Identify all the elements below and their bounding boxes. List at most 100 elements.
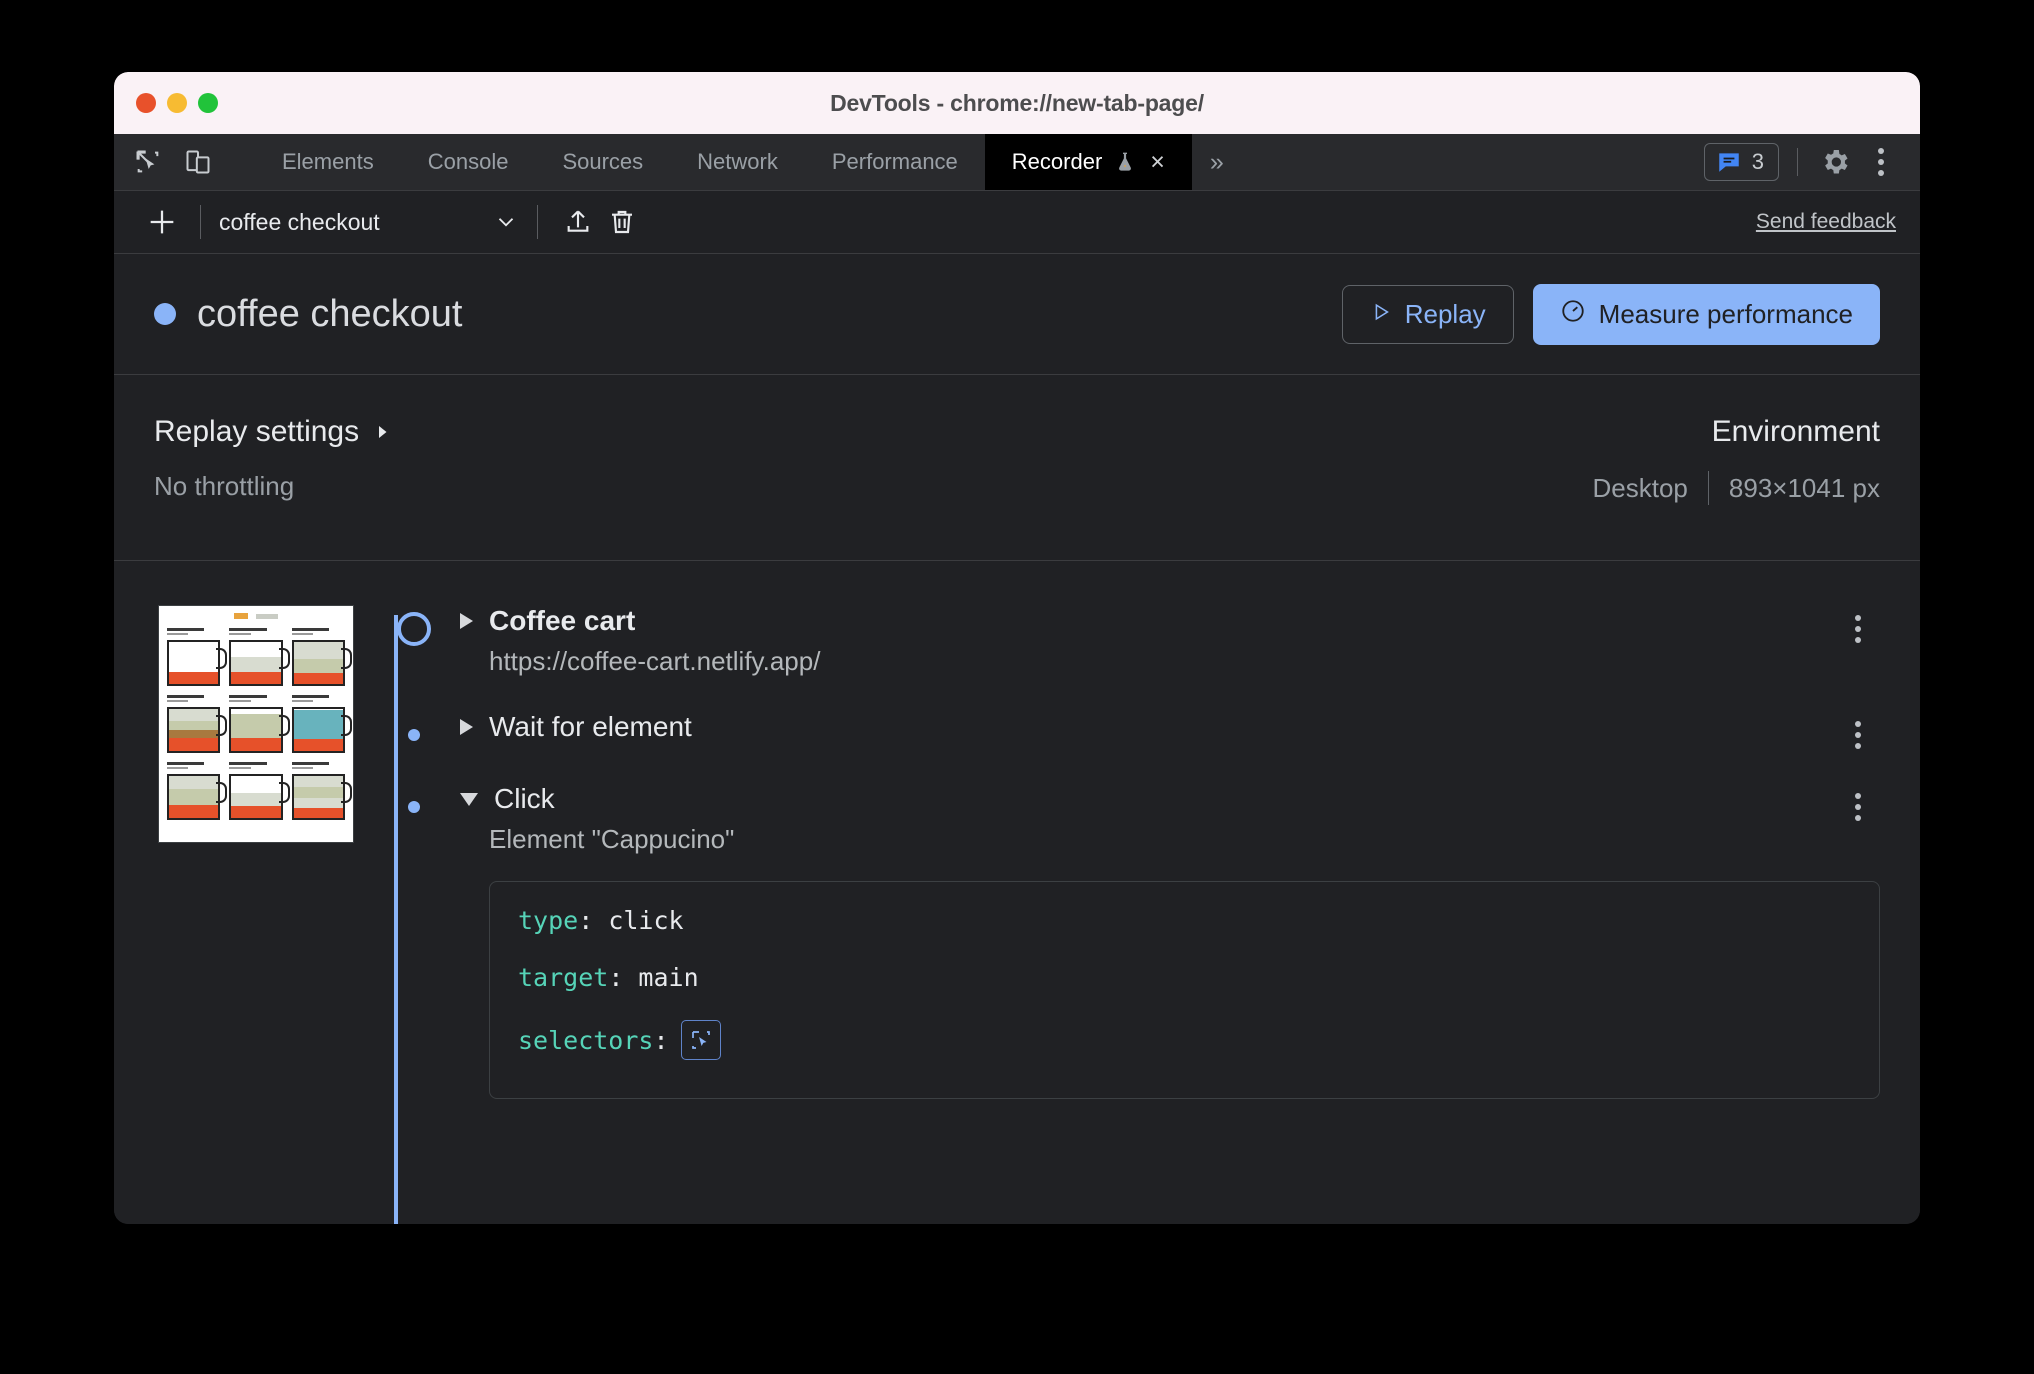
expand-triangle-icon[interactable] (460, 613, 473, 629)
step-subtitle: https://coffee-cart.netlify.app/ (489, 646, 821, 676)
gauge-icon (1560, 298, 1586, 331)
devtools-tabbar: Elements Console Sources Network Perform… (114, 134, 1920, 191)
step-body: Coffee cart https://coffee-cart.netlify.… (460, 605, 1920, 677)
steps-list: Coffee cart https://coffee-cart.netlify.… (332, 605, 1920, 1224)
chevron-right-icon (373, 415, 391, 449)
tab-recorder[interactable]: Recorder × (984, 134, 1192, 190)
environment-values: Desktop 893×1041 px (1593, 471, 1880, 505)
kebab-menu-icon[interactable] (1840, 789, 1876, 825)
code-line-selectors: selectors: (518, 1020, 1851, 1060)
measure-performance-label: Measure performance (1598, 298, 1853, 329)
environment-label: Environment (1711, 415, 1880, 448)
thumbnail-cup (229, 628, 291, 686)
trash-icon[interactable] (600, 200, 644, 244)
code-key: target (518, 963, 609, 992)
tab-elements[interactable]: Elements (255, 134, 401, 190)
step-header[interactable]: Click (460, 783, 1880, 815)
element-picker-icon[interactable] (680, 1020, 721, 1060)
step-item[interactable]: Wait for element (370, 711, 1920, 783)
replay-settings-group: Replay settings No throttling (154, 415, 391, 520)
desktop-background: DevTools - chrome://new-tab-page/ Elemen… (0, 0, 2034, 1374)
thumbnail-header (159, 606, 353, 622)
code-value: click (608, 906, 684, 935)
window-title: DevTools - chrome://new-tab-page/ (830, 89, 1204, 116)
expand-triangle-icon[interactable] (460, 719, 473, 735)
export-icon[interactable] (556, 200, 600, 244)
collapse-triangle-icon[interactable] (460, 792, 478, 806)
step-header[interactable]: Coffee cart (460, 605, 1880, 637)
tabbar-left-icons (114, 134, 255, 190)
step-marker-dot (394, 787, 434, 827)
tab-network[interactable]: Network (670, 134, 805, 190)
add-recording-button[interactable] (142, 202, 182, 242)
message-count: 3 (1751, 149, 1764, 174)
step-title: Wait for element (489, 711, 692, 742)
replay-settings-label: Replay settings (154, 415, 360, 448)
flask-icon (1113, 150, 1137, 174)
step-subtitle: Element "Cappucino" (489, 824, 735, 854)
tab-performance[interactable]: Performance (805, 134, 985, 190)
toolbar-divider-2 (537, 205, 538, 239)
thumbnail-cup (229, 762, 291, 820)
environment-viewport: 893×1041 px (1728, 472, 1880, 503)
thumbnail-cup (229, 695, 291, 753)
status-badge (154, 303, 176, 325)
tabbar-right-icons: 3 (1703, 134, 1920, 190)
tab-sources-label: Sources (562, 149, 644, 174)
tab-network-label: Network (697, 149, 778, 174)
step-details-code: type: click target: main selectors: (489, 881, 1880, 1099)
tab-performance-label: Performance (831, 149, 958, 174)
page-screenshot-thumbnail (158, 605, 354, 843)
console-messages-badge[interactable]: 3 (1703, 143, 1779, 181)
device-toolbar-icon[interactable] (182, 146, 214, 178)
tab-sources[interactable]: Sources (535, 134, 670, 190)
settings-row: Replay settings No throttling Environmen… (114, 375, 1920, 561)
page-title: coffee checkout (197, 292, 463, 335)
chevron-down-icon (493, 209, 519, 235)
step-marker-dot (394, 715, 434, 755)
replay-settings-toggle[interactable]: Replay settings (154, 415, 391, 449)
replay-button[interactable]: Replay (1341, 284, 1514, 344)
code-key: type (518, 906, 579, 935)
step-title: Coffee cart (489, 605, 636, 636)
tab-elements-label: Elements (282, 149, 374, 174)
thumbnail-cup-grid (159, 622, 353, 826)
more-tabs-button[interactable]: » (1192, 134, 1242, 190)
window-titlebar: DevTools - chrome://new-tab-page/ (114, 72, 1920, 134)
environment-divider (1707, 471, 1709, 505)
step-marker-start (394, 609, 434, 649)
recording-title-group: coffee checkout (154, 293, 462, 336)
play-triangle-icon (1370, 299, 1392, 330)
thumbnail-cup (167, 628, 228, 686)
code-line-target: target: main (518, 963, 699, 992)
measure-performance-button[interactable]: Measure performance (1532, 283, 1880, 345)
devtools-window: DevTools - chrome://new-tab-page/ Elemen… (114, 72, 1920, 1224)
kebab-menu-icon[interactable] (1840, 717, 1876, 753)
toolbar-divider-1 (200, 205, 201, 239)
kebab-menu-icon[interactable] (1862, 143, 1900, 181)
gear-icon[interactable] (1816, 143, 1854, 181)
step-header[interactable]: Wait for element (460, 711, 1880, 743)
environment-group: Environment Desktop 893×1041 px (1593, 415, 1880, 520)
step-item[interactable]: Coffee cart https://coffee-cart.netlify.… (370, 605, 1920, 711)
step-item[interactable]: Click Element "Cappucino" type: click ta… (370, 783, 1920, 1133)
panel-tabs: Elements Console Sources Network Perform… (255, 134, 1192, 190)
kebab-menu-icon[interactable] (1840, 611, 1876, 647)
tabbar-right-divider (1797, 148, 1798, 176)
recording-name: coffee checkout (219, 208, 380, 235)
throttling-value: No throttling (154, 471, 295, 501)
tab-console[interactable]: Console (401, 134, 536, 190)
inspect-cursor-icon[interactable] (132, 146, 164, 178)
recording-selector[interactable]: coffee checkout (219, 209, 519, 236)
message-icon (1719, 153, 1739, 172)
step-title: Click (494, 783, 555, 814)
thumbnail-cup (167, 695, 228, 753)
steps-area: Coffee cart https://coffee-cart.netlify.… (114, 561, 1920, 1224)
send-feedback-link[interactable]: Send feedback (1756, 210, 1896, 234)
code-value: main (638, 963, 699, 992)
close-icon[interactable]: × (1150, 149, 1165, 175)
thumbnail-cup (167, 762, 228, 820)
recording-header: coffee checkout Replay Measure performan… (114, 254, 1920, 375)
tab-recorder-label: Recorder (1011, 149, 1103, 174)
header-actions: Replay Measure performance (1341, 283, 1880, 345)
